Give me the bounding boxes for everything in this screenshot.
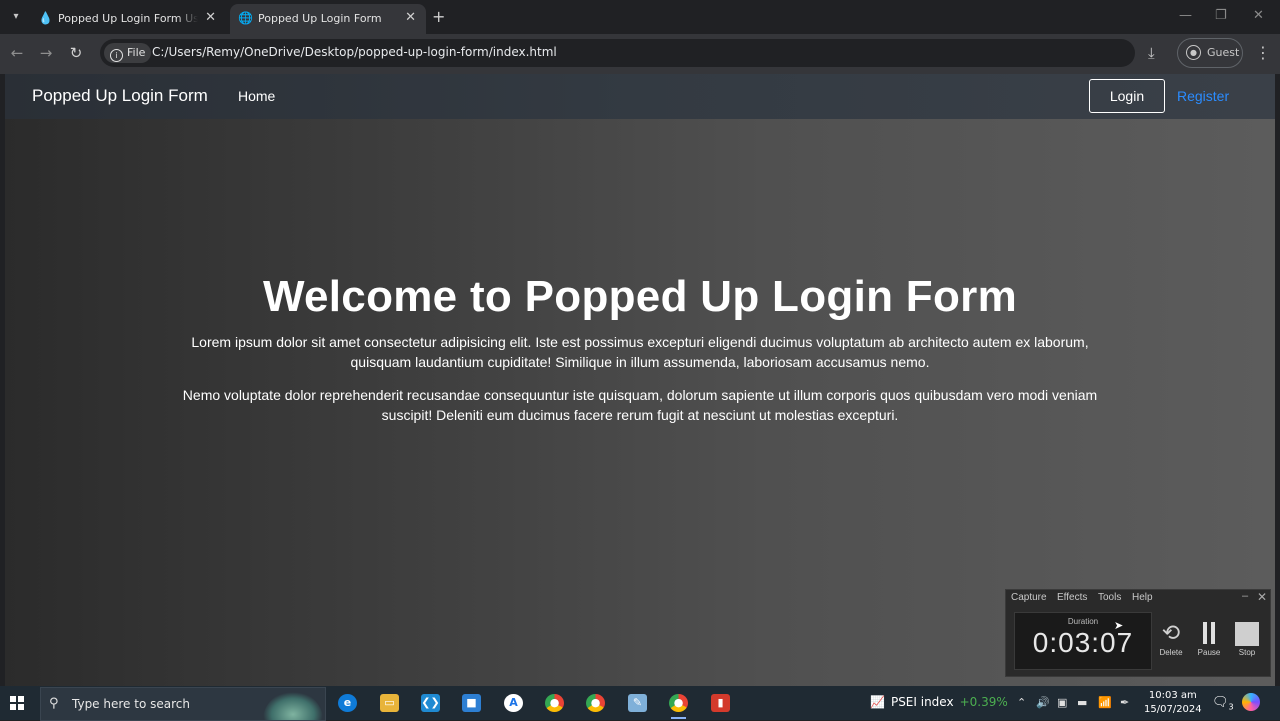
vscode-icon[interactable]: ❮❯ <box>421 694 440 712</box>
duration-display: Duration 0:03:07 ➤ <box>1014 612 1152 670</box>
file-explorer-icon[interactable]: ▭ <box>380 694 399 712</box>
download-icon[interactable]: ⤓ <box>1148 44 1155 62</box>
stop-icon <box>1229 620 1265 648</box>
chrome-icon[interactable]: ● <box>545 694 564 712</box>
taskbar-clock[interactable]: 10:03 am 15/07/2024 <box>1144 689 1202 717</box>
window-close-icon[interactable]: ✕ <box>1253 8 1264 23</box>
undo-icon: ⟲ <box>1161 620 1181 645</box>
tab-popped-up-login-form-using-h[interactable]: 💧 Popped Up Login Form Using H ✕ <box>30 4 226 34</box>
tab-search-chevron-icon[interactable]: ▾ <box>6 7 26 27</box>
tab-title: Popped Up Login Form <box>258 12 382 25</box>
hero-title: Welcome to Popped Up Login Form <box>262 272 1018 321</box>
new-tab-plus-icon[interactable]: + <box>432 7 445 26</box>
recorder-menu-effects[interactable]: Effects <box>1057 592 1087 603</box>
speaker-icon[interactable]: 🔊 <box>1036 696 1050 709</box>
register-link[interactable]: Register <box>1177 88 1229 104</box>
mouse-cursor-icon: ➤ <box>1114 620 1124 632</box>
taskbar-search-box[interactable]: ⚲ Type here to search <box>40 687 326 721</box>
clock-date: 15/07/2024 <box>1144 704 1202 715</box>
pause-label: Pause <box>1197 648 1221 657</box>
stock-name: PSEI index <box>890 695 954 709</box>
chip-label: File <box>127 46 146 59</box>
notification-count: 3 <box>1228 702 1234 712</box>
chart-up-icon: 📈 <box>870 695 885 709</box>
browser-toolbar: ← → ↻ i File C:/Users/Remy/OneDrive/Deskt… <box>0 34 1280 74</box>
pen-icon[interactable]: ✒ <box>1120 696 1129 709</box>
windows-taskbar: ⚲ Type here to search e ▭ ❮❯ ■ A ● ● ✎ ●… <box>0 686 1280 721</box>
notification-center-icon[interactable]: 🗨3 <box>1212 695 1234 712</box>
tab-popped-up-login-form[interactable]: 🌐 Popped Up Login Form ✕ <box>230 4 426 34</box>
duration-label: Duration <box>1067 617 1099 626</box>
globe-icon: 🌐 <box>238 11 253 25</box>
battery-icon[interactable]: ▬ <box>1077 696 1087 709</box>
close-icon[interactable]: ✕ <box>205 10 216 25</box>
site-brand[interactable]: Popped Up Login Form <box>32 86 208 106</box>
store-icon[interactable]: ■ <box>462 694 481 712</box>
drupal-icon: 💧 <box>38 11 53 25</box>
recorder-menu-capture[interactable]: Capture <box>1011 592 1047 603</box>
url-text[interactable]: C:/Users/Remy/OneDrive/Desktop/popped-up… <box>152 45 557 59</box>
minimize-icon[interactable]: — <box>1179 8 1192 23</box>
delete-label: Delete <box>1159 648 1183 657</box>
clock-time: 10:03 am <box>1148 690 1197 701</box>
profile-button[interactable]: ● Guest <box>1177 38 1243 68</box>
search-icon: ⚲ <box>49 696 59 711</box>
avatar-icon: ● <box>1186 45 1201 60</box>
delete-button[interactable]: ⟲ Delete <box>1153 620 1189 657</box>
close-icon[interactable]: ✕ <box>405 10 416 25</box>
search-highlight-image <box>263 692 323 720</box>
stop-button[interactable]: Stop <box>1229 620 1265 657</box>
restore-icon[interactable]: ❐ <box>1215 8 1227 23</box>
notes-app-icon[interactable]: ✎ <box>628 694 647 712</box>
hero-paragraph: Nemo voluptate dolor reprehenderit recus… <box>182 387 1098 423</box>
reload-icon[interactable]: ↻ <box>66 44 86 62</box>
copilot-icon[interactable] <box>1242 693 1260 711</box>
recorder-menu-help[interactable]: Help <box>1132 592 1153 603</box>
windows-start-icon[interactable] <box>10 696 24 710</box>
duration-time: 0:03:07 <box>1032 627 1134 658</box>
recorder-menu-tools[interactable]: Tools <box>1098 592 1121 603</box>
edge-icon[interactable]: e <box>338 694 357 712</box>
stock-change: +0.39% <box>959 695 1008 709</box>
wifi-icon[interactable]: 📶 <box>1098 696 1112 709</box>
site-info-chip[interactable]: i File <box>104 43 152 63</box>
show-hidden-icons-chevron-icon[interactable]: ⌃ <box>1017 696 1026 709</box>
stop-label: Stop <box>1238 648 1256 657</box>
nav-link-home[interactable]: Home <box>238 88 275 104</box>
site-navbar: Popped Up Login Form Home Login Register <box>5 74 1275 119</box>
hero-section: Welcome to Popped Up Login Form Lorem ip… <box>5 272 1275 425</box>
pause-icon <box>1191 620 1227 648</box>
stock-widget[interactable]: 📈 PSEI index +0.39% <box>870 695 1008 709</box>
pause-button[interactable]: Pause <box>1191 620 1227 657</box>
back-arrow-icon[interactable]: ← <box>7 44 27 62</box>
recorder-close-icon[interactable]: ✕ <box>1257 590 1267 604</box>
profile-label: Guest <box>1207 46 1240 59</box>
tab-title: Popped Up Login Form Using H <box>58 12 198 25</box>
chrome-active-icon[interactable]: ● <box>669 694 688 719</box>
more-menu-icon[interactable]: ⋮ <box>1255 43 1271 62</box>
chrome-canary-icon[interactable]: ● <box>586 694 605 712</box>
screen-recorder-widget: Capture Effects Tools Help – ✕ Duration … <box>1005 589 1271 677</box>
search-placeholder: Type here to search <box>72 697 190 711</box>
tab-strip: ▾ 💧 Popped Up Login Form Using H ✕ 🌐 Pop… <box>0 0 1280 34</box>
recorder-minimize-icon[interactable]: – <box>1242 590 1248 602</box>
hero-paragraph: Lorem ipsum dolor sit amet consectetur a… <box>191 334 1089 370</box>
info-icon: i <box>110 49 123 62</box>
forward-arrow-icon[interactable]: → <box>36 44 56 62</box>
meet-now-icon[interactable]: ▣ <box>1057 696 1067 709</box>
recorder-app-icon[interactable]: ▮ <box>711 694 730 712</box>
login-button[interactable]: Login <box>1089 79 1165 113</box>
app-a-icon[interactable]: A <box>504 694 523 712</box>
address-bar[interactable]: i File C:/Users/Remy/OneDrive/Desktop/pop… <box>100 39 1135 67</box>
